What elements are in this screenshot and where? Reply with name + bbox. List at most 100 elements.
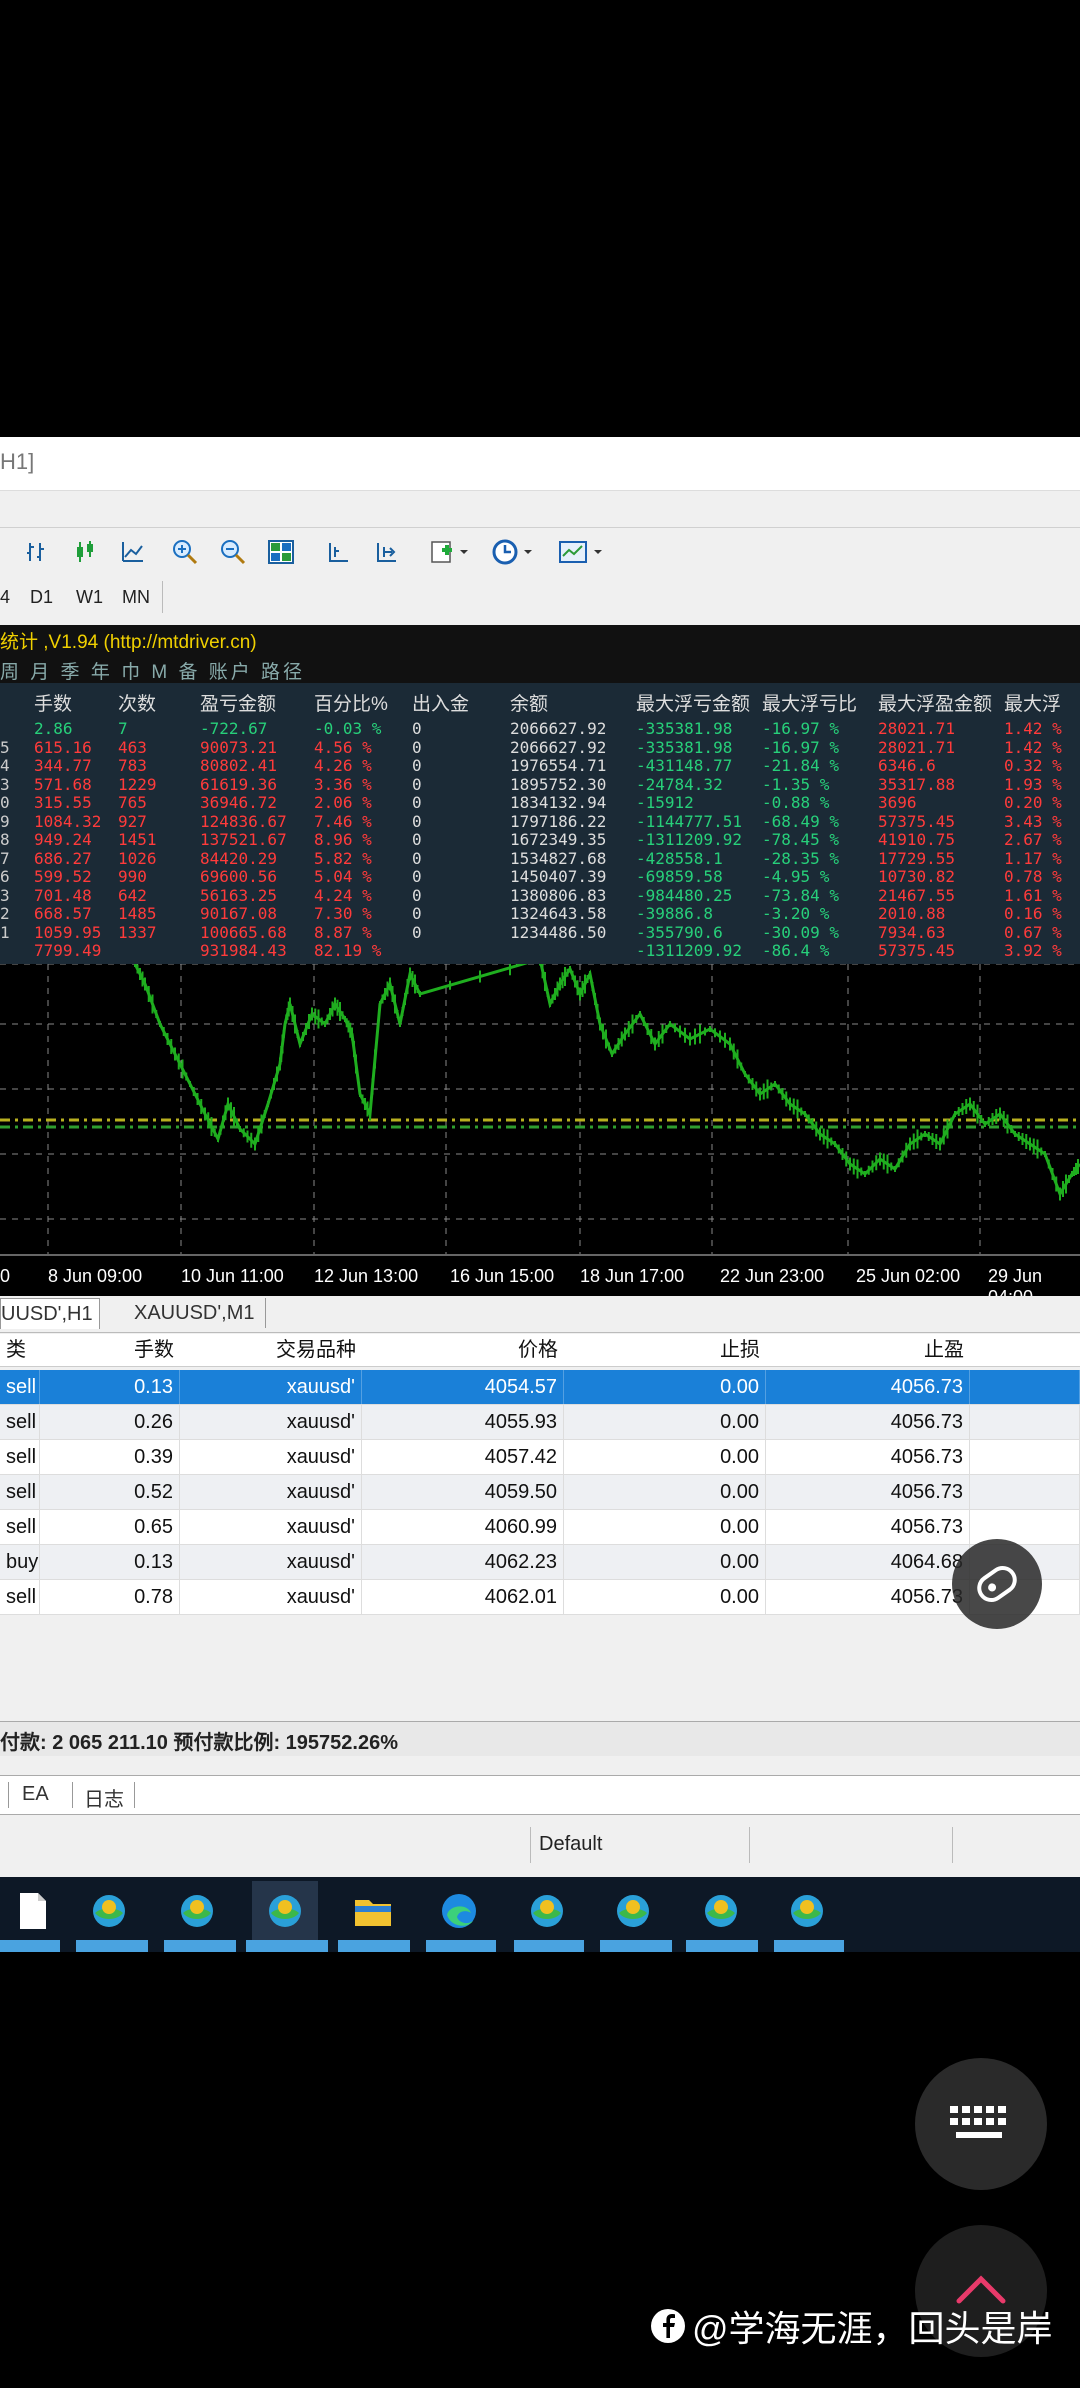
window-title-bar: H1] [0,437,1080,491]
line-chart-button[interactable] [116,536,150,568]
order-cell-price: 4062.01 [362,1580,564,1614]
order-cell-type: sell [0,1440,40,1474]
order-row[interactable]: sell 0.65 xauusd' 4060.99 0.00 4056.73 [0,1510,1080,1545]
taskbar-mt5-app[interactable] [688,1881,754,1941]
tile-windows-button[interactable] [264,536,298,568]
order-cell-lots: 0.13 [40,1370,180,1404]
taskbar-mt4-app[interactable] [252,1881,318,1941]
stat-cell-bal: 1672349.35 [510,830,607,849]
timeframe-3[interactable]: MN [122,587,150,608]
taskbar-explorer-app[interactable] [340,1881,406,1941]
stat-cell-count: 1026 [118,848,157,868]
stat-cell-idx: 3 [0,774,10,794]
order-row[interactable]: sell 0.78 xauusd' 4062.01 0.00 4056.73 [0,1580,1080,1615]
order-cell-tp: 4056.73 [766,1405,970,1439]
status-bar: Default [0,1827,1080,1863]
order-cell-sl: 0.00 [564,1405,766,1439]
stat-cell-maxgainpct: 2.67 % [1004,830,1062,849]
stat-cell-maxloss: -428558.1 [636,848,723,868]
stat-cell-maxgain: 35317.88 [878,774,956,794]
stat-cell-idx: 8 [0,830,10,849]
stat-cell-maxgain: 41910.75 [878,830,956,849]
orders-header-tp[interactable]: 止盈 [766,1334,970,1366]
stat-cell-bal: 2066627.92 [510,719,607,738]
order-cell-type: buy [0,1545,40,1579]
taskbar-mt4-app[interactable] [774,1881,840,1941]
stat-cell-maxgain: 28021.71 [878,737,956,757]
autoscroll-button[interactable] [370,536,404,568]
grid-icon [268,540,294,564]
periods-button[interactable] [490,536,544,568]
time-label-3: 16 Jun 15:00 [450,1266,555,1286]
bar-chart-icon [27,543,44,561]
stat-cell-idx: 7 [0,848,10,868]
order-row[interactable]: buy 0.13 xauusd' 4062.23 0.00 4064.68 [0,1545,1080,1580]
stat-cell-maxgainpct: 1.61 % [1004,885,1062,905]
metatrader-icon [791,1895,823,1927]
templates-button[interactable] [556,536,610,568]
stat-cell-inout: 0 [412,904,422,923]
balance-text: 付款: 2 065 211.10 预付款比例: 195752.26% [0,1732,398,1754]
bar-chart-button[interactable] [20,536,54,568]
timeframe-0[interactable]: 4 [0,587,10,608]
stat-cell-maxgain: 28021.71 [878,719,956,738]
order-cell-lots: 0.39 [40,1440,180,1474]
orders-header-lots[interactable]: 手数 [40,1334,180,1366]
windows-taskbar [0,1877,1080,1952]
stat-cell-maxgain: 7934.63 [878,922,946,942]
stat-header-4: 出入金 [412,694,470,715]
taskbar-mt4-app[interactable] [76,1881,142,1941]
price-chart[interactable] [0,952,1080,1254]
order-cell-symbol: xauusd' [180,1440,362,1474]
order-row[interactable]: sell 0.39 xauusd' 4057.42 0.00 4056.73 [0,1440,1080,1475]
time-label-8: 0 [0,1266,11,1286]
taskbar-indicator [164,1940,236,1952]
orders-header-sl[interactable]: 止损 [564,1334,766,1366]
orders-header-price[interactable]: 价格 [362,1334,564,1366]
floating-tag-button[interactable] [952,1539,1042,1629]
chart-tab-1[interactable]: XAUUSD',M1 [124,1298,266,1328]
taskbar-edge-app[interactable] [426,1881,492,1941]
stat-cell-maxloss: -335381.98 [636,737,733,757]
keyboard-button[interactable] [915,2058,1047,2190]
statistics-panel: 统计 ,V1.94 (http://mtdriver.cn) 周 月 季 年 巾… [0,625,1080,965]
stat-cell-maxgainpct: 0.78 % [1004,867,1062,886]
taskbar-mt4-app[interactable] [514,1881,580,1941]
terminal-tab-0[interactable]: EA [22,1783,49,1806]
taskbar-mt4-app[interactable] [164,1881,230,1941]
orders-header-symbol[interactable]: 交易品种 [180,1334,362,1366]
order-cell-tp: 4056.73 [766,1370,970,1404]
stat-header-2: 盈亏金额 [200,694,277,715]
stat-header-5: 余额 [510,694,549,715]
stat-cell-pct: -0.03 % [314,719,382,738]
stat-cell-maxlosspct: -30.09 % [762,922,840,942]
stat-cell-inout: 0 [412,811,422,831]
order-row[interactable]: sell 0.13 xauusd' 4054.57 0.00 4056.73 [0,1370,1080,1405]
order-cell-sl: 0.00 [564,1370,766,1404]
stat-cell-pnl: 137521.67 [200,830,287,849]
stat-cell-maxlosspct: -78.45 % [762,830,840,849]
stat-cell-maxlosspct: -73.84 % [762,885,840,905]
chart-tab-0[interactable]: UUSD',H1 [0,1298,100,1329]
stat-cell-bal: 1234486.50 [510,922,607,942]
terminal-tab-1[interactable]: 日志 [84,1783,124,1812]
stat-header-7: 最大浮亏比 [762,694,858,715]
stat-cell-inout: 0 [412,848,422,868]
order-row[interactable]: sell 0.26 xauusd' 4055.93 0.00 4056.73 [0,1405,1080,1440]
orders-header-type[interactable]: 类型 [0,1334,40,1393]
chart-shift-button[interactable] [322,536,356,568]
stat-cell-count: 463 [118,737,147,757]
taskbar-file-app[interactable] [0,1881,66,1941]
stat-cell-idx: 9 [0,811,10,831]
order-cell-type: sell [0,1580,40,1614]
zoom-in-button[interactable] [168,536,202,568]
taskbar-mt4-app[interactable] [600,1881,666,1941]
indicators-button[interactable] [428,536,472,568]
timeframe-2[interactable]: W1 [76,587,103,608]
stat-cell-maxlosspct: -28.35 % [762,848,840,868]
candle-chart-button[interactable] [68,536,102,568]
timeframe-1[interactable]: D1 [30,587,53,608]
stat-cell-maxgain: 21467.55 [878,885,956,905]
zoom-out-button[interactable] [216,536,250,568]
order-row[interactable]: sell 0.52 xauusd' 4059.50 0.00 4056.73 [0,1475,1080,1510]
